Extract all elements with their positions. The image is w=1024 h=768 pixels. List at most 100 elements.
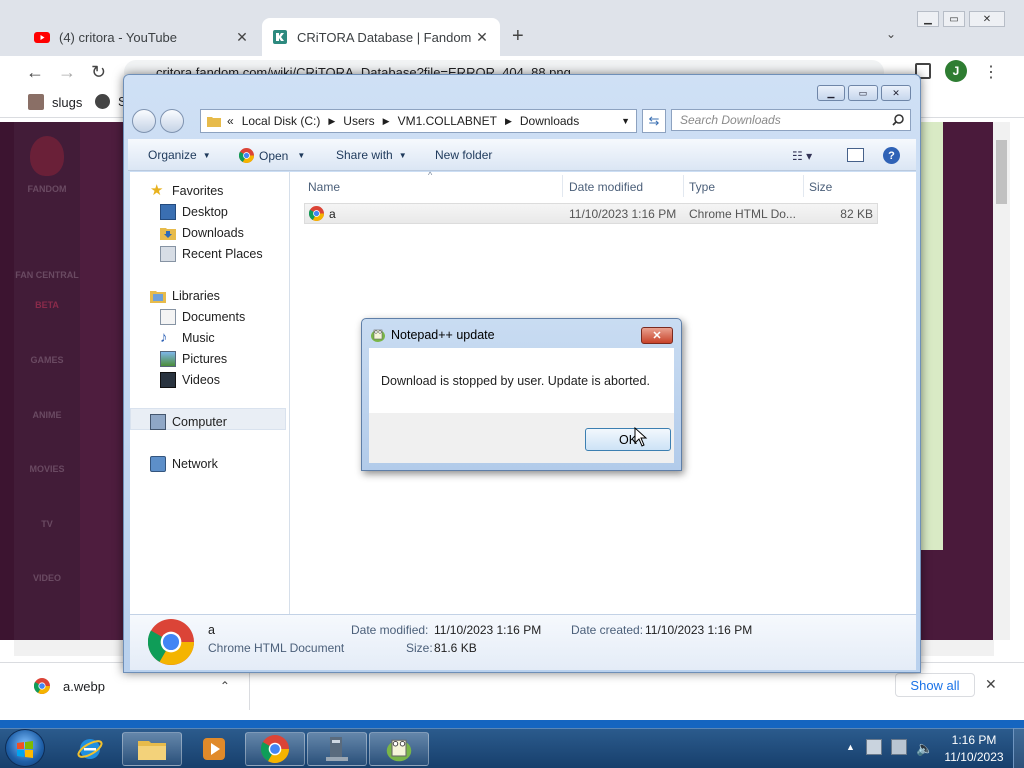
download-item[interactable]: a.webp ⌃ xyxy=(34,678,230,694)
tab-youtube[interactable]: (4) critora - YouTube ✕ xyxy=(24,18,260,56)
view-options-icon[interactable]: ☷ ▾ xyxy=(792,149,812,163)
search-input[interactable]: Search Downloads xyxy=(671,109,911,131)
clock-date[interactable]: 11/10/2023 xyxy=(940,750,1008,764)
show-all-button[interactable]: Show all xyxy=(895,673,975,697)
nav-label: Desktop xyxy=(182,205,228,219)
menu-icon[interactable]: ⋮ xyxy=(983,62,999,82)
chrome-icon xyxy=(239,148,254,163)
dialog-footer: OK xyxy=(369,413,674,463)
downloads-folder-icon xyxy=(160,228,176,240)
action-center-icon[interactable] xyxy=(866,739,882,755)
help-icon[interactable]: ? xyxy=(883,147,900,164)
taskbar-explorer[interactable] xyxy=(122,732,182,766)
dropdown-arrow-icon: ▼ xyxy=(398,150,407,160)
share-with-button[interactable]: Share with ▼ xyxy=(336,148,407,162)
nav-network[interactable]: Network xyxy=(150,456,218,472)
nav-videos[interactable]: Videos xyxy=(160,372,220,388)
new-tab-icon[interactable]: + xyxy=(512,25,524,48)
nav-libraries[interactable]: Libraries xyxy=(150,288,220,304)
page-panel xyxy=(921,122,943,550)
detail-date-modified: 11/10/2023 1:16 PM xyxy=(434,623,542,637)
clock-time[interactable]: 1:16 PM xyxy=(940,733,1008,747)
detail-type: Chrome HTML Document xyxy=(208,641,345,655)
nav-recent-places[interactable]: Recent Places xyxy=(160,246,263,262)
rail-label: MOVIES xyxy=(29,464,65,474)
search-icon xyxy=(892,114,904,126)
refresh-button[interactable]: ⇆ xyxy=(642,109,666,133)
address-bar[interactable]: « Local Disk (C:) ▶ Users ▶ VM1.COLLABNE… xyxy=(200,109,637,133)
dialog-close-button[interactable]: ✕ xyxy=(641,327,673,344)
breadcrumb-local-disk[interactable]: Local Disk (C:) xyxy=(242,114,321,128)
column-name[interactable]: Name xyxy=(308,180,340,194)
ok-button[interactable]: OK xyxy=(585,428,671,451)
chrome-icon xyxy=(261,735,289,763)
forward-icon[interactable]: → xyxy=(58,62,76,83)
tab-title: (4) critora - YouTube xyxy=(59,29,178,45)
tab-search-icon[interactable]: ⌄ xyxy=(886,27,896,41)
tab-fandom[interactable]: CRiTORA Database | Fandom ✕ xyxy=(262,18,500,56)
open-button[interactable]: Open ▼ xyxy=(239,148,305,163)
organize-button[interactable]: Organize ▼ xyxy=(148,148,211,162)
start-button[interactable] xyxy=(5,729,45,767)
open-label: Open xyxy=(259,148,289,163)
taskbar-chrome[interactable] xyxy=(245,732,305,766)
taskbar-internet-explorer[interactable] xyxy=(60,732,120,766)
bookmark-slugs[interactable]: slugs xyxy=(28,94,82,110)
new-folder-button[interactable]: New folder xyxy=(435,148,492,162)
close-tab-icon[interactable]: ✕ xyxy=(474,29,490,46)
nav-desktop[interactable]: Desktop xyxy=(160,204,228,220)
bookmark-s[interactable]: S xyxy=(95,94,127,109)
show-desktop-button[interactable] xyxy=(1013,728,1024,768)
close-download-bar-icon[interactable]: ✕ xyxy=(985,676,997,693)
network-status-icon[interactable] xyxy=(891,739,907,755)
close-window-button[interactable]: ✕ xyxy=(969,11,1005,27)
back-button[interactable] xyxy=(132,109,156,133)
page-background-strip xyxy=(80,122,123,640)
chrome-icon xyxy=(34,678,50,694)
column-type[interactable]: Type xyxy=(689,180,715,194)
maximize-button[interactable]: ▭ xyxy=(848,85,878,101)
maximize-button[interactable]: ▭ xyxy=(943,11,965,27)
table-row[interactable]: a 11/10/2023 1:16 PM Chrome HTML Do... 8… xyxy=(304,203,878,224)
breadcrumb-users[interactable]: Users xyxy=(343,114,374,128)
nav-music[interactable]: ♪ Music xyxy=(160,330,215,346)
documents-icon xyxy=(160,309,176,325)
dropdown-arrow-icon[interactable]: ▼ xyxy=(621,116,630,126)
pictures-icon xyxy=(160,351,176,367)
dialog-title: Notepad++ update xyxy=(391,328,495,342)
nav-computer[interactable]: Computer xyxy=(150,414,227,430)
minimize-button[interactable]: ▁ xyxy=(917,11,939,27)
volume-icon[interactable]: 🔈 xyxy=(916,740,933,757)
taskbar-media-player[interactable] xyxy=(184,732,244,766)
breadcrumb-vm1[interactable]: VM1.COLLABNET xyxy=(398,114,497,128)
internet-explorer-icon xyxy=(77,739,103,759)
nav-favorites[interactable]: ★ Favorites xyxy=(150,183,223,199)
close-window-button[interactable]: ✕ xyxy=(881,85,911,101)
taskbar-installer[interactable] xyxy=(307,732,367,766)
breadcrumb-downloads[interactable]: Downloads xyxy=(520,114,579,128)
profile-avatar[interactable]: J xyxy=(945,60,967,82)
chrome-icon xyxy=(148,619,194,665)
nav-downloads[interactable]: Downloads xyxy=(160,225,244,241)
tab-title: CRiTORA Database | Fandom xyxy=(297,29,472,45)
nav-documents[interactable]: Documents xyxy=(160,309,245,325)
network-icon xyxy=(150,456,166,472)
forward-button[interactable] xyxy=(160,109,184,133)
nav-pictures[interactable]: Pictures xyxy=(160,351,227,367)
rail-label: GAMES xyxy=(30,355,64,365)
vertical-scrollbar[interactable] xyxy=(993,122,1010,640)
close-tab-icon[interactable]: ✕ xyxy=(234,29,250,46)
minimize-button[interactable]: ▁ xyxy=(817,85,845,101)
column-size[interactable]: Size xyxy=(809,180,832,194)
column-date-modified[interactable]: Date modified xyxy=(569,180,643,194)
reload-icon[interactable]: ↻ xyxy=(91,62,106,83)
back-icon[interactable]: ← xyxy=(26,62,44,83)
chevron-up-icon[interactable]: ⌃ xyxy=(220,679,230,693)
taskbar-notepadpp[interactable] xyxy=(369,732,429,766)
show-hidden-icons[interactable]: ▲ xyxy=(846,742,855,752)
file-name: a xyxy=(329,207,336,221)
share-with-label: Share with xyxy=(336,148,393,162)
scroll-thumb[interactable] xyxy=(996,140,1007,204)
preview-pane-icon[interactable] xyxy=(847,148,864,162)
dialog-body: Download is stopped by user. Update is a… xyxy=(369,348,674,413)
